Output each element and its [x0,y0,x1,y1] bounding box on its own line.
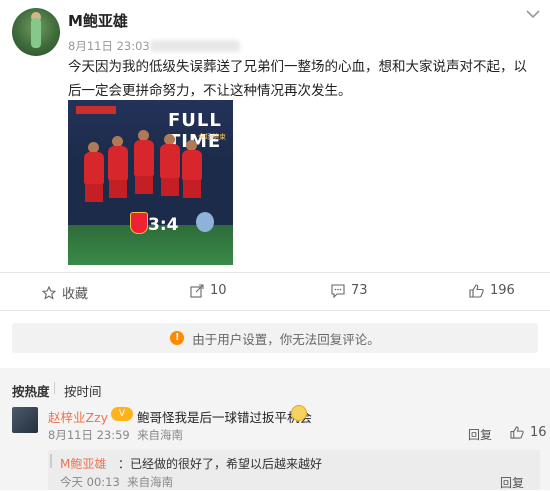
sub-reply-indicator [50,454,52,468]
divider [0,272,550,273]
away-team-badge [196,212,214,232]
user-avatar[interactable] [12,8,60,56]
post-username[interactable]: M鲍亚雄 [68,10,128,31]
warning-icon: ! [170,331,185,345]
emoji-icon [291,405,307,421]
more-icon[interactable] [526,10,540,18]
comment-icon [331,283,345,298]
sub-reply-button[interactable]: 回复 [500,474,524,491]
comment-reply-button[interactable]: 回复 [468,426,492,443]
notice-text: 由于用户设置，你无法回复评论。 [192,331,380,347]
post-text: 今天因为我的低级失误葬送了兄弟们一整场的心血，想和大家说声对不起，以后一定会更拼… [68,59,527,99]
sort-by-time-tab[interactable]: 按时间 [64,381,102,400]
like-button[interactable]: 196 [469,283,515,298]
comment-meta: 8月11日 23:59 来自海南 [48,427,183,443]
comment-text: 鲍哥怪我是后一球错过扳平机会 [137,410,313,425]
favorite-label: 收藏 [62,287,89,302]
comment-avatar[interactable] [12,407,38,433]
divider [0,310,550,311]
sub-reply-author[interactable]: M鲍亚雄 [60,455,106,472]
like-count: 196 [490,283,515,298]
sub-reply-date: 今天 00:13 [60,475,120,489]
blurred-source [150,40,240,52]
post-date: 8月11日 23:03 [68,39,150,53]
share-button[interactable]: 10 [190,283,227,298]
share-count: 10 [210,283,227,298]
post-image[interactable]: FULL TIME 全场结束 3:4 [68,100,233,265]
image-subline: 全场结束 [198,133,226,141]
sort-separator [54,382,55,394]
comment-location: 来自海南 [137,428,184,442]
reply-disabled-notice: ! 由于用户设置，你无法回复评论。 [12,323,538,353]
match-score: 3:4 [148,215,179,235]
like-icon [469,283,484,298]
sub-reply-text: ：已经做的很好了，希望以后越来越好 [118,457,323,471]
comment-like-count: 16 [530,425,547,440]
vip-badge-icon: V [111,407,133,421]
sort-by-hot-tab[interactable]: 按热度 [12,381,50,400]
comment-author[interactable]: 赵梓业Zzy [48,407,108,426]
comment-count: 73 [351,283,368,298]
home-team-badge [130,212,148,234]
sub-reply-location: 来自海南 [127,475,174,489]
comment-date: 8月11日 23:59 [48,428,130,442]
favorite-button[interactable]: 收藏 [42,283,88,302]
star-icon [42,285,56,300]
share-icon [190,283,204,298]
comment-like-button[interactable]: 16 [510,425,547,440]
sub-reply-meta: 今天 00:13 来自海南 [60,474,173,490]
like-icon [510,426,524,439]
comment-button[interactable]: 73 [331,283,368,298]
